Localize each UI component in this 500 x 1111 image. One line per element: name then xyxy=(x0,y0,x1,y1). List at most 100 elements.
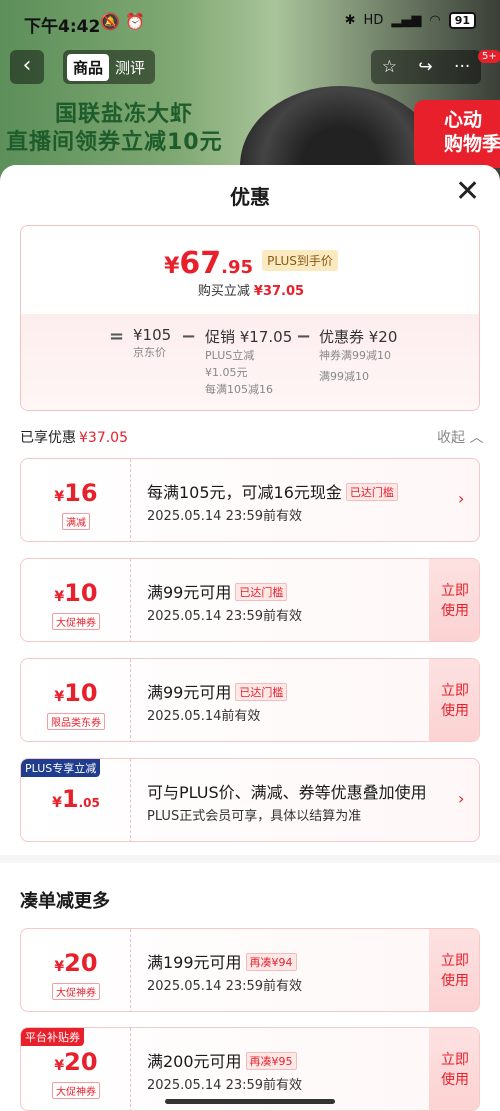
card-value: ¥10 限品类东券 xyxy=(21,659,131,741)
mute-icon: 🔕 xyxy=(100,12,120,31)
remaining-tag: 再凑¥95 xyxy=(245,1052,297,1070)
status-time: 下午4:42 xyxy=(24,17,101,37)
alarm-icon: ⏰ xyxy=(125,12,145,31)
use-now-button[interactable]: 立即 使用 xyxy=(429,1028,479,1110)
home-indicator[interactable] xyxy=(165,1099,335,1104)
collapse-button[interactable]: 收起 ︿ xyxy=(437,427,483,447)
card-title: 满99元可用 已达门槛 xyxy=(147,579,288,603)
card-title: 每满105元，可减16元现金 已达门槛 xyxy=(147,479,398,503)
card-value: ¥20 大促神券 xyxy=(21,929,131,1011)
share-icon[interactable]: ↪ xyxy=(418,57,432,77)
card-amount: 10 xyxy=(64,679,98,707)
card-value: ¥1.05 xyxy=(21,759,131,841)
network-label: HD xyxy=(363,13,384,28)
card-currency: ¥ xyxy=(54,589,65,605)
card-kind: 限品类东券 xyxy=(47,713,105,730)
status-bar: 下午4:42 🔕 ⏰ ✱ HD ▂▄▆ ◠ 91 xyxy=(0,0,500,44)
base-price-label: 京东价 xyxy=(133,346,166,359)
card-amount: 20 xyxy=(64,949,98,977)
nav-actions: ☆ ↪ ··· xyxy=(371,50,481,84)
card-title: 可与PLUS价、满减、券等优惠叠加使用 xyxy=(147,783,427,802)
card-currency: ¥ xyxy=(54,689,65,705)
minus-sign: − xyxy=(181,326,197,347)
coupon-card: ¥20 大促神券 满199元可用 再凑¥94 2025.05.14 23:59前有… xyxy=(20,928,480,1012)
base-price-value: ¥105 xyxy=(133,326,172,344)
plus-price-tag: PLUS到手价 xyxy=(262,250,338,271)
tab-review[interactable]: 测评 xyxy=(109,54,151,81)
favorite-icon[interactable]: ☆ xyxy=(382,57,397,77)
promo-badge: 心动 购物季 xyxy=(414,100,500,168)
card-amount: 20 xyxy=(64,1048,98,1076)
discount-sheet: 优惠 ✕ ¥67.95 PLUS到手价 购买立减 ¥37.05 = ¥105 京东… xyxy=(0,165,500,1111)
card-validity: 2025.05.14 23:59前有效 xyxy=(147,979,303,994)
reached-tag: 已达门槛 xyxy=(345,483,398,501)
card-value: ¥16 满减 xyxy=(21,459,131,541)
tab-goods[interactable]: 商品 xyxy=(67,53,110,81)
card-value: ¥20 大促神券 xyxy=(21,1028,131,1110)
close-icon[interactable]: ✕ xyxy=(455,177,480,207)
reached-tag: 已达门槛 xyxy=(235,683,288,701)
card-currency: ¥ xyxy=(54,1058,65,1074)
card-validity: 2025.05.14前有效 xyxy=(147,709,261,724)
use-now-button[interactable]: 立即 使用 xyxy=(429,559,479,641)
card-currency: ¥ xyxy=(54,959,65,975)
card-kind: 大促神券 xyxy=(52,613,100,630)
card-kind: 满减 xyxy=(62,513,90,530)
enjoyed-discount: 已享优惠 ¥37.05 xyxy=(20,427,128,447)
card-currency: ¥ xyxy=(54,489,65,505)
coupon-line2: 满99减10 xyxy=(319,370,369,383)
base-price: ¥105 京东价 xyxy=(133,326,171,361)
chevron-right-icon[interactable]: › xyxy=(458,789,464,808)
plus-discount-card[interactable]: PLUS专享立减 ¥1.05 可与PLUS价、满减、券等优惠叠加使用 PLUS正… xyxy=(20,758,480,842)
card-amount: 1 xyxy=(61,785,79,813)
back-button[interactable]: ‹ xyxy=(10,50,44,84)
sheet-title: 优惠 xyxy=(230,185,270,209)
promo-plus: PLUS立减 xyxy=(205,349,255,362)
card-title-text: 每满105元，可减16元现金 xyxy=(147,483,342,502)
promo-amount: 促销 ¥17.05 PLUS立减 ¥1.05元 每满105减16 xyxy=(205,326,292,398)
buy-discount: 购买立减 ¥37.05 xyxy=(21,280,479,299)
price-currency: ¥ xyxy=(164,254,180,279)
enjoyed-amount: ¥37.05 xyxy=(79,430,128,446)
card-amount: 10 xyxy=(64,579,98,607)
card-title-text: 满99元可用 xyxy=(147,583,232,602)
card-value: ¥10 大促神券 xyxy=(21,559,131,641)
coupon-card: ¥10 大促神券 满99元可用 已达门槛 2025.05.14 23:59前有效 … xyxy=(20,558,480,642)
status-notification-icons: 🔕 ⏰ xyxy=(100,12,145,31)
product-tabs: 商品 测评 xyxy=(63,50,156,84)
card-decimal: .05 xyxy=(78,796,100,810)
coupon-amount: 优惠券 ¥20 神券满99减10 满99减10 xyxy=(319,326,397,385)
coupon-value: 优惠券 ¥20 xyxy=(319,328,398,346)
product-nav: ‹ 商品 测评 ☆ ↪ ··· 5+ xyxy=(0,50,500,84)
banner-line2: 直播间领券立减10元 xyxy=(6,130,223,155)
bluetooth-icon: ✱ xyxy=(344,13,356,28)
more-section-title: 凑单减更多 xyxy=(20,891,110,912)
card-title: 满200元可用 再凑¥95 xyxy=(147,1048,297,1072)
card-validity: 2025.05.14 23:59前有效 xyxy=(147,1078,303,1093)
enjoyed-label: 已享优惠 xyxy=(20,430,76,446)
card-title-text: 满99元可用 xyxy=(147,683,232,702)
card-amount: 16 xyxy=(64,479,98,507)
chevron-right-icon[interactable]: › xyxy=(458,489,464,508)
more-icon[interactable]: ··· xyxy=(454,57,470,77)
buy-discount-amount: ¥37.05 xyxy=(253,284,305,299)
card-title-text: 满199元可用 xyxy=(147,953,242,972)
signal-icon: ▂▄▆ xyxy=(391,13,422,28)
equals-sign: = xyxy=(109,326,125,347)
card-currency: ¥ xyxy=(52,795,62,811)
minus-sign: − xyxy=(296,326,312,347)
card-title: 满99元可用 已达门槛 xyxy=(147,679,288,703)
wifi-icon: ◠ xyxy=(429,13,441,28)
price-summary: ¥67.95 PLUS到手价 购买立减 ¥37.05 = ¥105 京东价 − 促… xyxy=(20,225,480,411)
promo-value: 促销 ¥17.05 xyxy=(205,328,293,346)
card-validity: 2025.05.14 23:59前有效 xyxy=(147,609,303,624)
use-now-button[interactable]: 立即 使用 xyxy=(429,659,479,741)
discount-card[interactable]: ¥16 满减 每满105元，可减16元现金 已达门槛 2025.05.14 23:… xyxy=(20,458,480,542)
card-note: PLUS正式会员可享，具体以结算为准 xyxy=(147,809,362,824)
buy-discount-label: 购买立减 xyxy=(197,284,250,299)
status-right: ✱ HD ▂▄▆ ◠ 91 xyxy=(345,12,476,29)
use-now-button[interactable]: 立即 使用 xyxy=(429,929,479,1011)
battery-icon: 91 xyxy=(448,12,476,29)
card-validity: 2025.05.14 23:59前有效 xyxy=(147,509,303,524)
card-kind: 大促神券 xyxy=(52,983,100,1000)
